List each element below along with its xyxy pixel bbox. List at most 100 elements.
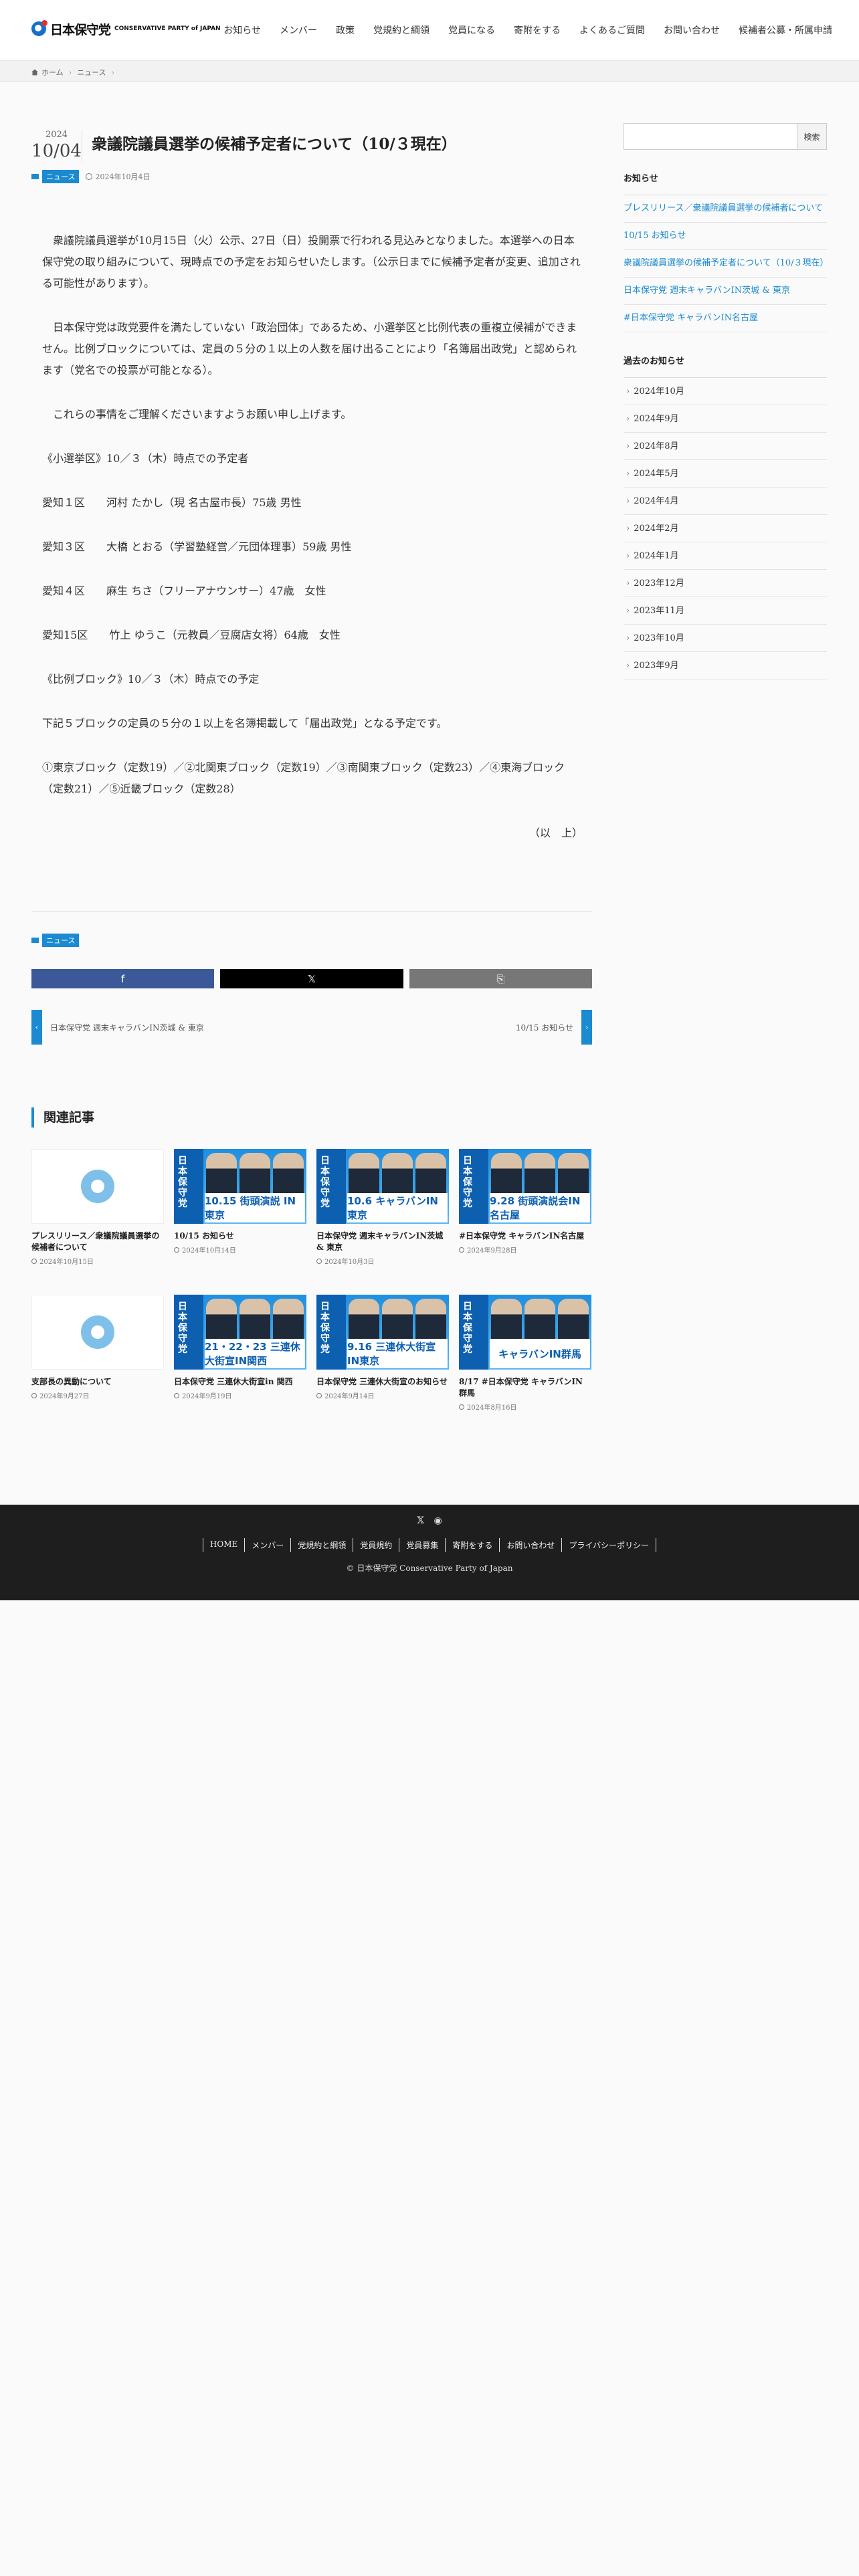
related-card[interactable]: 日本保守党 9.28 街頭演説会IN名古屋 #日本保守党 キャラバンIN名古屋 202… — [459, 1149, 591, 1295]
global-nav: お知らせ メンバー 政策 党規約と綱領 党員になる 寄附をする よくあるご質問 … — [205, 0, 832, 60]
clock-icon — [174, 1247, 179, 1253]
clock-icon — [316, 1258, 322, 1264]
site-logo[interactable]: 日本保守党 CONSERVATIVE PARTY of JAPAN — [31, 20, 221, 37]
footer-nav-link[interactable]: 寄附をする — [445, 1538, 499, 1552]
archive-link[interactable]: 2023年10月 — [624, 625, 827, 652]
related-card[interactable]: 支部長の異動について 2024年9月27日 — [31, 1295, 164, 1440]
related-card[interactable]: プレスリリース／衆議院議員選挙の候補者について 2024年10月15日 — [31, 1149, 164, 1295]
related-card-title[interactable]: #日本保守党 キャラバンIN名古屋 — [459, 1230, 591, 1242]
search-input[interactable] — [624, 123, 797, 150]
news-link[interactable]: 10/15 お知らせ — [624, 223, 827, 250]
archive-link[interactable]: 2024年9月 — [624, 405, 827, 433]
footer-nav-link[interactable]: お問い合わせ — [499, 1538, 561, 1552]
date-text: 2024年8月16日 — [467, 1404, 517, 1412]
article-body: 衆議院議員選挙が10月15日（火）公示、27日（日）投開票で行われる見込みとなり… — [42, 230, 583, 867]
archive-link[interactable]: 2024年8月 — [624, 433, 827, 460]
party-logo-icon — [31, 20, 47, 36]
related-card-title[interactable]: 日本保守党 三連休大街宣のお知らせ — [316, 1376, 449, 1388]
nav-candidates[interactable]: 候補者公募・所属申請 — [739, 23, 832, 37]
related-card-date: 2024年10月14日 — [174, 1245, 306, 1255]
footer-nav: HOME メンバー 党規約と綱領 党員規約 党員募集 寄附をする お問い合わせ プライバシーポ… — [0, 1538, 859, 1552]
poster-band: 日本保守党 — [316, 1149, 346, 1224]
next-arrow-icon[interactable]: › — [581, 1010, 592, 1045]
footer-nav-link[interactable]: メンバー — [244, 1538, 290, 1552]
paragraph: これらの事情をご理解くださいますようお願い申し上げます。 — [42, 408, 352, 421]
poster-thumbnail: 日本保守党 10.6 キャラバンIN東京 — [316, 1149, 449, 1224]
related-card-title[interactable]: プレスリリース／衆議院議員選挙の候補者について — [31, 1230, 164, 1253]
archive-link[interactable]: 2023年12月 — [624, 570, 827, 597]
x-icon[interactable]: 𝕏 — [417, 1515, 424, 1526]
nav-rules[interactable]: 党規約と綱領 — [373, 23, 430, 37]
related-card-date: 2024年9月19日 — [174, 1390, 306, 1400]
breadcrumb-category[interactable]: ニュース — [77, 67, 106, 78]
date-text: 2024年10月14日 — [182, 1247, 236, 1255]
archive-link[interactable]: 2024年1月 — [624, 542, 827, 570]
nav-join[interactable]: 党員になる — [448, 23, 495, 37]
news-link[interactable]: #日本保守党 キャラバンIN名古屋 — [624, 305, 827, 332]
date-text: 2024年10月15日 — [39, 1259, 94, 1266]
related-card-title[interactable]: 8/17 #日本保守党 キャラバンIN 群馬 — [459, 1376, 591, 1399]
related-card[interactable]: 日本保守党 9.16 三連休大街宣IN東京 日本保守党 三連休大街宣のお知らせ 202… — [316, 1295, 449, 1440]
clock-icon — [31, 1392, 37, 1398]
archive-link[interactable]: 2024年4月 — [624, 488, 827, 515]
related-card[interactable]: 日本保守党 10.15 街頭演説 IN東京 10/15 お知らせ 2024年10月14… — [174, 1149, 306, 1295]
prev-post-link[interactable]: 日本保守党 週末キャラバンIN茨城 & 東京 — [50, 1022, 204, 1033]
category-tag[interactable]: ニュース — [42, 170, 80, 183]
copy-button[interactable]: ⎘ — [409, 969, 592, 988]
related-card-title[interactable]: 日本保守党 週末キャラバンIN茨城 & 東京 — [316, 1230, 449, 1253]
poster-people — [491, 1153, 589, 1193]
clock-icon — [174, 1392, 179, 1398]
poster-people — [491, 1299, 589, 1339]
poster-band-text: 日本保守党 — [320, 1301, 330, 1355]
nav-members[interactable]: メンバー — [280, 23, 317, 37]
category-tag[interactable]: ニュース — [42, 934, 80, 947]
clock-icon — [31, 1258, 37, 1264]
next-post-link[interactable]: 10/15 お知らせ — [516, 1022, 573, 1033]
news-link[interactable]: プレスリリース／衆議院議員選挙の候補者について — [624, 195, 827, 223]
related-card[interactable]: 日本保守党 キャラバンIN群馬 8/17 #日本保守党 キャラバンIN 群馬 2024… — [459, 1295, 591, 1440]
breadcrumb-home[interactable]: ホーム — [41, 67, 64, 78]
search-button[interactable]: 検索 — [797, 123, 827, 150]
archive-link[interactable]: 2024年2月 — [624, 515, 827, 542]
date-text: 2024年9月28日 — [467, 1247, 517, 1255]
news-heading: お知らせ — [624, 171, 827, 195]
related-card-date: 2024年8月16日 — [459, 1402, 591, 1412]
x-icon: 𝕏 — [307, 972, 316, 985]
footer-nav-link[interactable]: プライバシーポリシー — [561, 1538, 657, 1552]
search-form: 検索 — [624, 123, 827, 150]
related-card-date: 2024年9月27日 — [31, 1390, 164, 1400]
poster-band-text: 日本保守党 — [463, 1156, 472, 1209]
x-share-button[interactable]: 𝕏 — [220, 969, 403, 988]
prev-arrow-icon[interactable]: ‹ — [31, 1010, 42, 1045]
date-text: 2024年10月3日 — [324, 1259, 375, 1266]
footer-nav-link[interactable]: 党員規約 — [353, 1538, 399, 1552]
news-link[interactable]: 日本保守党 週末キャラバンIN茨城 & 東京 — [624, 278, 827, 305]
archive-link[interactable]: 2023年9月 — [624, 652, 827, 679]
related-grid: プレスリリース／衆議院議員選挙の候補者について 2024年10月15日 日本保守党 1… — [31, 1149, 592, 1440]
nav-policy[interactable]: 政策 — [336, 23, 355, 37]
rss-icon[interactable]: ◉ — [434, 1515, 442, 1526]
nav-contact[interactable]: お問い合わせ — [664, 23, 720, 37]
related-card[interactable]: 日本保守党 10.6 キャラバンIN東京日本保守党 週末キャラバンIN茨城 & 東… — [316, 1149, 449, 1295]
poster-band: 日本保守党 — [316, 1295, 346, 1370]
related-card-title[interactable]: 支部長の異動について — [31, 1376, 164, 1388]
footer-nav-link[interactable]: 党規約と綱領 — [290, 1538, 353, 1552]
nav-news[interactable]: お知らせ — [223, 23, 261, 37]
paragraph: ①東京ブロック（定数19）／②北関東ブロック（定数19）／③南関東ブロック（定数… — [42, 761, 565, 795]
archive-link[interactable]: 2023年11月 — [624, 597, 827, 625]
related-card-title[interactable]: 10/15 お知らせ — [174, 1230, 306, 1242]
nav-donate[interactable]: 寄附をする — [514, 23, 561, 37]
poster-thumbnail: 日本保守党 21・22・23 三連休大街宣IN関西 — [174, 1295, 306, 1370]
archive-link[interactable]: 2024年10月 — [624, 378, 827, 405]
footer-nav-link[interactable]: 党員募集 — [399, 1538, 445, 1552]
sidebar: 検索 お知らせ プレスリリース／衆議院議員選挙の候補者について 10/15 お知ら… — [624, 123, 829, 679]
news-link[interactable]: 衆議院議員選挙の候補予定者について（10/３現在） — [624, 250, 829, 278]
facebook-share-button[interactable]: f — [31, 969, 215, 988]
folder-icon — [31, 938, 39, 943]
related-card[interactable]: 日本保守党 21・22・23 三連休大街宣IN関西日本保守党 三連休大街宣in 関… — [174, 1295, 306, 1440]
related-card-title[interactable]: 日本保守党 三連休大街宣in 関西 — [174, 1376, 306, 1388]
poster-banner: 10.15 街頭演説 IN東京 — [205, 1193, 305, 1222]
footer-nav-link[interactable]: HOME — [202, 1538, 244, 1552]
archive-link[interactable]: 2024年5月 — [624, 460, 827, 488]
nav-faq[interactable]: よくあるご質問 — [579, 23, 645, 37]
